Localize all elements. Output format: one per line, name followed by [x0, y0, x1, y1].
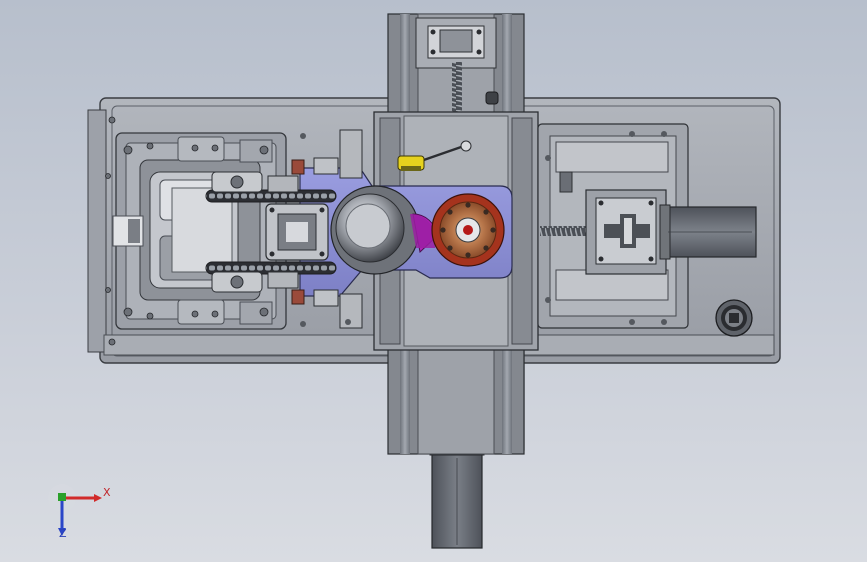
- drive-pulley[interactable]: [330, 185, 420, 275]
- right-servo-motor[interactable]: [659, 204, 757, 260]
- connector-port[interactable]: [715, 299, 753, 337]
- x-axis-arrowhead: [94, 494, 102, 502]
- coupling-block[interactable]: [585, 189, 667, 275]
- axis-triad: [48, 484, 102, 536]
- gearbox-housing[interactable]: [112, 132, 287, 330]
- z-axis-label: Z: [59, 527, 67, 540]
- center-gear-bracket[interactable]: [265, 203, 329, 261]
- x-axis-label: X: [103, 486, 111, 499]
- cad-viewport[interactable]: X Z: [0, 0, 867, 562]
- y-axis-marker: [58, 493, 66, 501]
- lower-servo-motor[interactable]: [429, 444, 485, 549]
- cad-model-scene[interactable]: [0, 0, 867, 562]
